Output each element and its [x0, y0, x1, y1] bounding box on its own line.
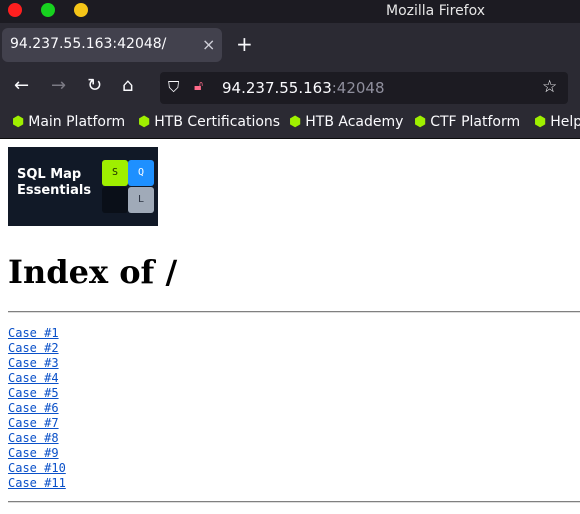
- htb-cube-icon: ⬢: [534, 114, 547, 130]
- puzzle-piece-blank: [102, 187, 128, 213]
- case-link[interactable]: Case #8: [8, 431, 66, 446]
- page-content: SQL Map Essentials S Q L Index of / Case…: [0, 139, 580, 514]
- bookmark-star-icon[interactable]: ☆: [542, 77, 557, 97]
- forward-icon[interactable]: →: [51, 75, 66, 96]
- divider-top: [8, 311, 580, 313]
- case-link[interactable]: Case #7: [8, 416, 66, 431]
- shield-icon[interactable]: ⛉: [168, 78, 179, 96]
- url-host: 94.237.55.163: [222, 79, 332, 97]
- bookmark-label: Help: [550, 114, 580, 130]
- case-link[interactable]: Case #2: [8, 341, 66, 356]
- new-tab-button[interactable]: +: [236, 32, 253, 56]
- navigation-bar: ← → ↻ ⌂ ⛉ 🔓︎ 94.237.55.163:42048 ☆: [0, 68, 580, 108]
- htb-cube-icon: ⬢: [289, 114, 302, 130]
- url-text[interactable]: 94.237.55.163:42048: [222, 79, 385, 97]
- case-link[interactable]: Case #9: [8, 446, 66, 461]
- url-port: :42048: [331, 79, 385, 97]
- bookmark-ctf-platform[interactable]: ⬢ CTF Platform: [414, 114, 520, 130]
- home-icon[interactable]: ⌂: [122, 75, 133, 96]
- maximize-window-button[interactable]: [41, 3, 55, 17]
- bookmark-main-platform[interactable]: ⬢ Main Platform: [12, 114, 125, 130]
- tab-strip: 94.237.55.163:42048/ × +: [0, 23, 580, 68]
- insecure-lock-icon[interactable]: 🔓︎: [194, 78, 203, 94]
- active-tab[interactable]: 94.237.55.163:42048/ ×: [2, 28, 222, 62]
- case-link[interactable]: Case #11: [8, 476, 66, 491]
- bookmark-label: HTB Academy: [305, 114, 404, 130]
- minimize-window-button[interactable]: [74, 3, 88, 17]
- puzzle-piece-q: Q: [128, 160, 154, 186]
- htb-cube-icon: ⬢: [12, 114, 25, 130]
- sqlmap-essentials-banner: SQL Map Essentials S Q L: [8, 147, 158, 226]
- htb-cube-icon: ⬢: [414, 114, 427, 130]
- banner-text: SQL Map Essentials: [17, 167, 91, 199]
- reload-icon[interactable]: ↻: [87, 75, 102, 96]
- puzzle-piece-l: L: [128, 187, 154, 213]
- bookmark-label: Main Platform: [28, 114, 126, 130]
- case-links-list: Case #1 Case #2 Case #3 Case #4 Case #5 …: [8, 326, 66, 491]
- bookmark-label: CTF Platform: [430, 114, 521, 130]
- bookmark-htb-academy[interactable]: ⬢ HTB Academy: [289, 114, 403, 130]
- htb-cube-icon: ⬢: [138, 114, 151, 130]
- close-window-button[interactable]: [8, 3, 22, 17]
- bookmark-htb-certifications[interactable]: ⬢ HTB Certifications: [138, 114, 280, 130]
- banner-line1: SQL Map: [17, 167, 82, 182]
- tab-title: 94.237.55.163:42048/: [10, 36, 167, 52]
- window-title: Mozilla Firefox: [386, 3, 486, 19]
- bookmark-help[interactable]: ⬢ Help: [534, 114, 580, 130]
- case-link[interactable]: Case #3: [8, 356, 66, 371]
- bookmark-label: HTB Certifications: [154, 114, 281, 130]
- case-link[interactable]: Case #1: [8, 326, 66, 341]
- case-link[interactable]: Case #5: [8, 386, 66, 401]
- case-link[interactable]: Case #6: [8, 401, 66, 416]
- close-tab-icon[interactable]: ×: [202, 35, 215, 54]
- divider-bottom: [8, 501, 580, 503]
- url-bar[interactable]: ⛉ 🔓︎ 94.237.55.163:42048 ☆: [160, 72, 568, 104]
- page-title: Index of /: [8, 253, 178, 291]
- back-icon[interactable]: ←: [14, 75, 29, 96]
- puzzle-piece-s: S: [102, 160, 128, 186]
- bookmarks-toolbar: ⬢ Main Platform ⬢ HTB Certifications ⬢ HTB …: [0, 108, 580, 139]
- case-link[interactable]: Case #10: [8, 461, 66, 476]
- title-bar: Mozilla Firefox: [0, 0, 580, 23]
- banner-line2: Essentials: [17, 183, 92, 198]
- case-link[interactable]: Case #4: [8, 371, 66, 386]
